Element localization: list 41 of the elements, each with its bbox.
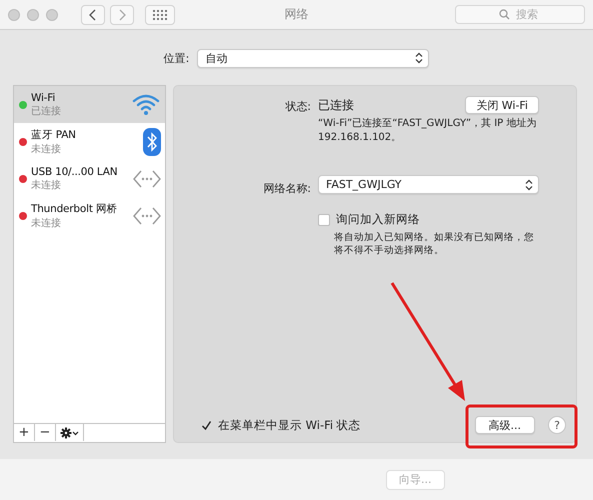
search-field[interactable]: 搜索 (455, 5, 585, 24)
help-button[interactable]: ? (548, 416, 566, 434)
grid-button[interactable] (145, 4, 175, 24)
back-button[interactable] (81, 4, 105, 24)
service-item[interactable]: Wi-Fi 已连接 (14, 86, 165, 123)
window-title: 网络 (284, 7, 308, 21)
chevron-left-icon (89, 8, 97, 20)
service-name: Wi-Fi (31, 92, 56, 104)
chevron-right-icon (118, 8, 126, 20)
search-icon (499, 9, 510, 20)
service-item[interactable]: USB 10/...00 LAN 未连接 (14, 160, 165, 197)
service-name: 蓝牙 PAN (31, 128, 77, 142)
grid-icon (153, 10, 167, 20)
service-status: 未连接 (31, 142, 62, 156)
wifi-icon (131, 92, 161, 116)
ask-join-checkbox[interactable]: 询问加入新网络 (318, 212, 539, 227)
status-value: 已连接 (318, 96, 354, 114)
service-status: 未连接 (31, 216, 62, 230)
status-label: 状态: (284, 99, 311, 114)
window-control-icon[interactable] (8, 8, 20, 20)
updown-icon (525, 178, 533, 190)
service-status: 未连接 (31, 178, 62, 192)
menubar-checkbox[interactable]: 在菜单栏中显示 Wi-Fi 状态 (200, 418, 361, 432)
service-name: Thunderbolt 网桥 (31, 202, 118, 216)
updown-icon (415, 52, 424, 64)
window-control-icon[interactable] (46, 8, 58, 20)
location-popup[interactable]: 自动 (197, 48, 430, 68)
service-item[interactable]: 蓝牙 PAN 未连接 (14, 123, 165, 160)
location-label: 位置: (164, 50, 190, 66)
service-status: 已连接 (31, 104, 62, 118)
service-name: USB 10/...00 LAN (31, 166, 118, 178)
window-control-icon[interactable] (27, 8, 39, 20)
turn-off-wifi-button[interactable]: 关闭 Wi-Fi (465, 96, 539, 114)
forward-button[interactable] (110, 4, 134, 24)
network-name-label: 网络名称: (262, 181, 311, 196)
network-name-popup[interactable]: FAST_GWJLGY (318, 175, 539, 194)
ask-join-hint: 将自动加入已知网络。如果没有已知网络，您将不得不手动选择网络。 (333, 231, 535, 257)
service-item[interactable]: Thunderbolt 网桥 未连接 (14, 197, 165, 234)
bluetooth-icon (143, 128, 161, 156)
advanced-button[interactable]: 高级... (474, 416, 535, 434)
status-description: “Wi-Fi”已连接至“FAST_GWJLGY”，其 IP 地址为 192.168.1.102。 (318, 117, 538, 145)
